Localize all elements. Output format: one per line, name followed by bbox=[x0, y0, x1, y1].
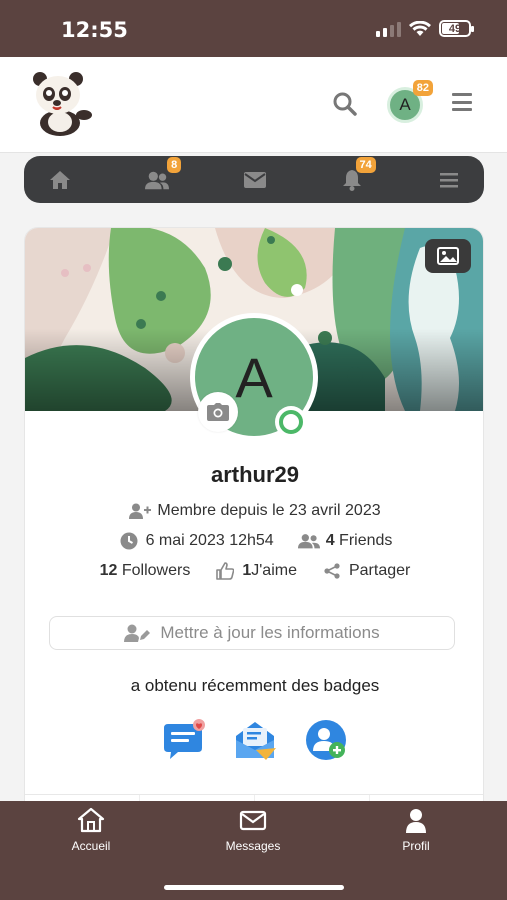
friends-count: 4 bbox=[325, 532, 335, 549]
update-profile-label: Mettre à jour les informations bbox=[160, 623, 380, 642]
profile-avatar-initial: A bbox=[235, 345, 273, 409]
top-nav: 8 74 bbox=[24, 156, 484, 203]
user-icon bbox=[406, 809, 426, 833]
battery-level: 49 bbox=[448, 22, 462, 35]
badges-title: a obtenu récemment des badges bbox=[130, 676, 380, 695]
add-user-badge-icon[interactable] bbox=[304, 718, 350, 764]
friends-icon bbox=[297, 534, 320, 549]
member-since-text: Membre depuis le 23 avril 2023 bbox=[157, 502, 381, 519]
status-bar: 12:55 49 bbox=[0, 0, 507, 57]
image-icon bbox=[437, 247, 459, 265]
likes-label[interactable]: J'aime bbox=[251, 562, 297, 579]
friends-icon bbox=[145, 171, 170, 189]
home-icon bbox=[50, 170, 70, 189]
friends-badge: 8 bbox=[167, 156, 182, 173]
nav-friends-button[interactable]: 8 bbox=[145, 156, 182, 191]
app-header: A 82 bbox=[0, 57, 507, 153]
share-icon[interactable] bbox=[324, 563, 340, 579]
header-avatar-badge: 82 bbox=[412, 80, 433, 97]
nav-home-button[interactable] bbox=[48, 169, 72, 191]
thumbs-up-icon[interactable] bbox=[216, 562, 235, 580]
badges-row bbox=[160, 718, 350, 764]
notifications-badge: 74 bbox=[355, 156, 376, 173]
camera-icon bbox=[207, 403, 229, 421]
envelope-icon bbox=[239, 810, 267, 831]
profile-card: A arthur29 Membre depuis le 23 avril 202… bbox=[24, 227, 484, 827]
user-edit-icon bbox=[124, 624, 151, 642]
signal-icon bbox=[376, 21, 401, 37]
tab-messages-label: Messages bbox=[225, 839, 281, 853]
change-avatar-button[interactable] bbox=[198, 392, 238, 432]
change-cover-button[interactable] bbox=[425, 239, 471, 273]
followers-count: 12 bbox=[99, 562, 118, 579]
nav-menu-button[interactable] bbox=[437, 169, 461, 191]
online-status-indicator bbox=[275, 406, 307, 438]
last-seen-text: 6 mai 2023 12h54 bbox=[145, 532, 274, 549]
user-plus-icon bbox=[129, 503, 152, 519]
update-profile-button[interactable]: Mettre à jour les informations bbox=[49, 616, 455, 650]
envelope-icon bbox=[243, 171, 266, 188]
tab-accueil[interactable]: Accueil bbox=[36, 807, 146, 853]
member-since-row: Membre depuis le 23 avril 2023 bbox=[25, 502, 483, 520]
clock-icon bbox=[120, 532, 138, 550]
home-indicator bbox=[164, 885, 344, 890]
hamburger-menu-icon[interactable] bbox=[452, 93, 472, 111]
nav-mail-button[interactable] bbox=[243, 169, 267, 191]
list-menu-icon bbox=[440, 172, 458, 187]
mail-badge-icon[interactable] bbox=[232, 718, 278, 764]
stats-row: 12 Followers 1J'aime Partager bbox=[25, 562, 483, 580]
tab-messages[interactable]: Messages bbox=[198, 807, 308, 853]
nav-notifications-button[interactable]: 74 bbox=[340, 156, 376, 191]
profile-username: arthur29 bbox=[210, 462, 300, 487]
battery-icon: 49 bbox=[439, 20, 474, 37]
followers-label[interactable]: Followers bbox=[122, 562, 190, 579]
header-avatar-initial: A bbox=[399, 95, 411, 114]
status-time: 12:55 bbox=[61, 18, 128, 42]
tab-profil-label: Profil bbox=[402, 839, 430, 853]
header-avatar[interactable]: A 82 bbox=[387, 80, 433, 123]
tab-accueil-label: Accueil bbox=[71, 839, 111, 853]
wifi-icon bbox=[409, 20, 431, 36]
activity-row: 6 mai 2023 12h54 4 Friends bbox=[25, 532, 483, 550]
search-icon[interactable] bbox=[332, 91, 358, 117]
messages-badge-icon[interactable] bbox=[160, 718, 206, 764]
likes-count: 1 bbox=[242, 562, 252, 579]
bottom-tab-bar: Accueil Messages Profil bbox=[0, 801, 507, 900]
tab-profil[interactable]: Profil bbox=[361, 807, 471, 853]
home-icon bbox=[77, 807, 105, 833]
friends-label[interactable]: Friends bbox=[339, 532, 392, 549]
status-icons: 49 bbox=[376, 20, 474, 37]
share-link[interactable]: Partager bbox=[349, 562, 410, 580]
panda-logo-icon[interactable] bbox=[28, 69, 92, 137]
